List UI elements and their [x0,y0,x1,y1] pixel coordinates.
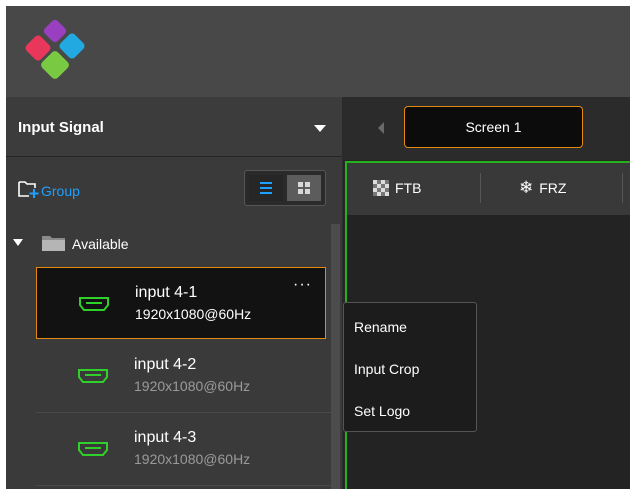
group-toolbar: Group [6,157,342,219]
screen-tabs-row: Screen 1 [343,97,630,160]
menu-item-rename[interactable]: Rename [354,319,407,335]
ftb-button[interactable]: FTB [373,177,421,199]
scrollbar[interactable] [331,224,340,489]
input-signal-panel: Input Signal Group Available input 4-1 1… [6,97,342,489]
frz-label: FRZ [539,180,567,196]
snowflake-icon: ❄ [519,178,534,197]
toolbar-divider [622,173,623,203]
frz-button[interactable]: ❄ FRZ [519,177,566,199]
chevron-left-icon[interactable] [378,122,384,134]
grid-view-icon [298,182,310,194]
input-resolution: 1920x1080@60Hz [135,306,252,322]
more-icon[interactable]: ··· [293,276,312,294]
hdmi-icon [79,297,109,311]
list-view-button[interactable] [249,175,283,201]
folder-label: Available [72,236,129,252]
screen-toolbar: FTB ❄ FRZ [347,163,630,215]
input-resolution: 1920x1080@60Hz [134,378,251,394]
app-window: Input Signal Group Available input 4-1 1… [6,6,630,489]
hdmi-icon [78,442,108,456]
list-view-icon [260,182,272,194]
tab-screen-1[interactable]: Screen 1 [404,106,583,148]
grid-view-button[interactable] [287,175,321,201]
input-item-4-1[interactable]: input 4-1 1920x1080@60Hz ··· [36,267,326,339]
folder-available[interactable]: Available [6,222,336,262]
ftb-label: FTB [395,180,422,196]
expand-caret-icon[interactable] [13,239,23,246]
add-group-icon [18,181,39,198]
input-signal-dropdown[interactable]: Input Signal [6,97,342,157]
screen-tab-label: Screen 1 [465,119,522,135]
logo-icon [25,19,85,79]
input-name: input 4-2 [134,356,197,373]
group-label: Group [41,183,80,199]
input-name: input 4-1 [135,284,198,301]
input-item-4-2[interactable]: input 4-2 1920x1080@60Hz [36,340,334,413]
add-group-button[interactable]: Group [18,175,80,199]
input-resolution: 1920x1080@60Hz [134,451,251,467]
toolbar-divider [480,173,481,203]
input-signal-title: Input Signal [18,119,104,136]
hdmi-icon [78,369,108,383]
input-name: input 4-3 [134,429,197,446]
view-toggle [244,170,326,206]
ftb-icon [373,180,389,196]
top-header [6,6,630,97]
folder-icon [42,236,65,251]
menu-item-input-crop[interactable]: Input Crop [354,361,419,377]
chevron-down-icon [314,125,326,132]
context-menu: Rename Input Crop Set Logo [343,302,477,432]
input-item-4-3[interactable]: input 4-3 1920x1080@60Hz [36,413,334,486]
menu-item-set-logo[interactable]: Set Logo [354,403,410,419]
